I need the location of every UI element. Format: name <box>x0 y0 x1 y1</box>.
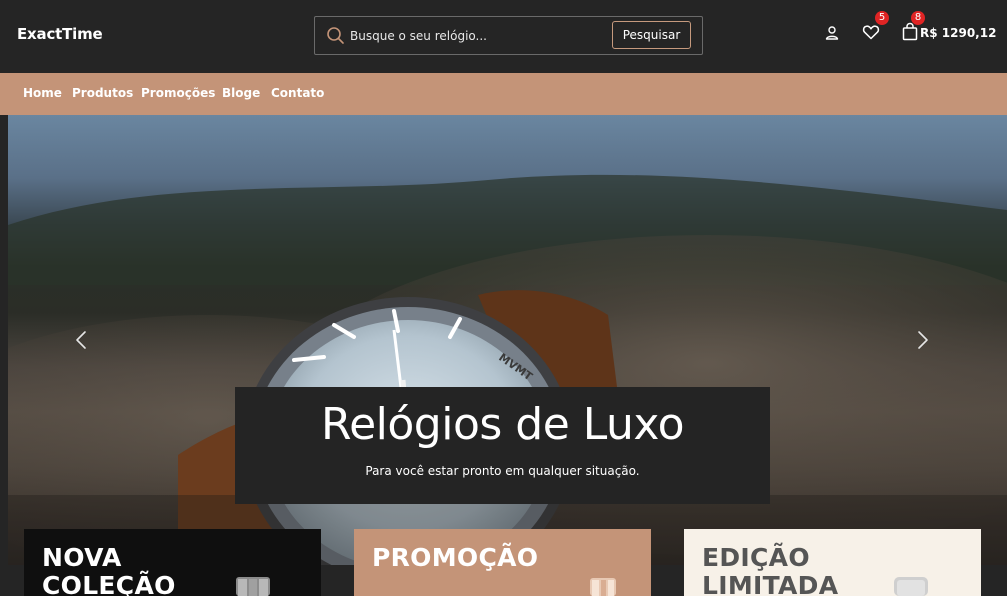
site-header: ExactTime Pesquisar 5 8 R$ 1290,12 <box>0 0 1007 73</box>
main-nav: Home Produtos Promoções Bloge Contato <box>0 73 1007 115</box>
category-title-line: LIMITADA <box>702 571 839 596</box>
category-card-promocao[interactable]: PROMOÇÃO <box>354 529 651 596</box>
watch-bracelet-image <box>236 577 270 596</box>
category-card-edicao-limitada[interactable]: EDIÇÃO LIMITADA <box>684 529 981 596</box>
nav-item-promocoes[interactable]: Promoções <box>141 86 215 100</box>
category-title-line: NOVA <box>42 543 122 572</box>
search-bar: Pesquisar <box>314 16 703 55</box>
watch-strap-image <box>894 577 928 596</box>
cart-count-badge: 8 <box>911 11 925 25</box>
watch-bracelet-image <box>590 578 616 596</box>
search-input[interactable] <box>350 25 600 47</box>
nav-item-bloge[interactable]: Bloge <box>222 86 260 100</box>
search-icon <box>327 27 344 44</box>
carousel-prev-arrow[interactable] <box>72 330 92 350</box>
search-button[interactable]: Pesquisar <box>612 21 691 49</box>
hero-caption: Relógios de Luxo Para você estar pronto … <box>235 387 770 504</box>
category-title-line: COLEÇÃO <box>42 571 176 596</box>
category-title-line: PROMOÇÃO <box>372 543 539 572</box>
wishlist-count-badge: 5 <box>875 11 889 25</box>
user-icon[interactable] <box>824 25 840 41</box>
site-logo[interactable]: ExactTime <box>17 25 103 43</box>
category-title: NOVA COLEÇÃO <box>42 544 176 596</box>
cart-total[interactable]: R$ 1290,12 <box>920 26 996 40</box>
heart-icon[interactable] <box>862 23 880 41</box>
carousel-next-arrow[interactable] <box>912 330 932 350</box>
hero-title: Relógios de Luxo <box>320 399 685 450</box>
category-title: EDIÇÃO LIMITADA <box>702 544 838 596</box>
category-title: PROMOÇÃO <box>372 544 538 572</box>
nav-item-home[interactable]: Home <box>23 86 62 100</box>
category-card-nova-colecao[interactable]: NOVA COLEÇÃO <box>24 529 321 596</box>
nav-item-contato[interactable]: Contato <box>271 86 324 100</box>
hero-subtitle: Para você estar pronto em qualquer situa… <box>365 464 640 478</box>
nav-item-produtos[interactable]: Produtos <box>72 86 133 100</box>
category-title-line: EDIÇÃO <box>702 543 810 572</box>
